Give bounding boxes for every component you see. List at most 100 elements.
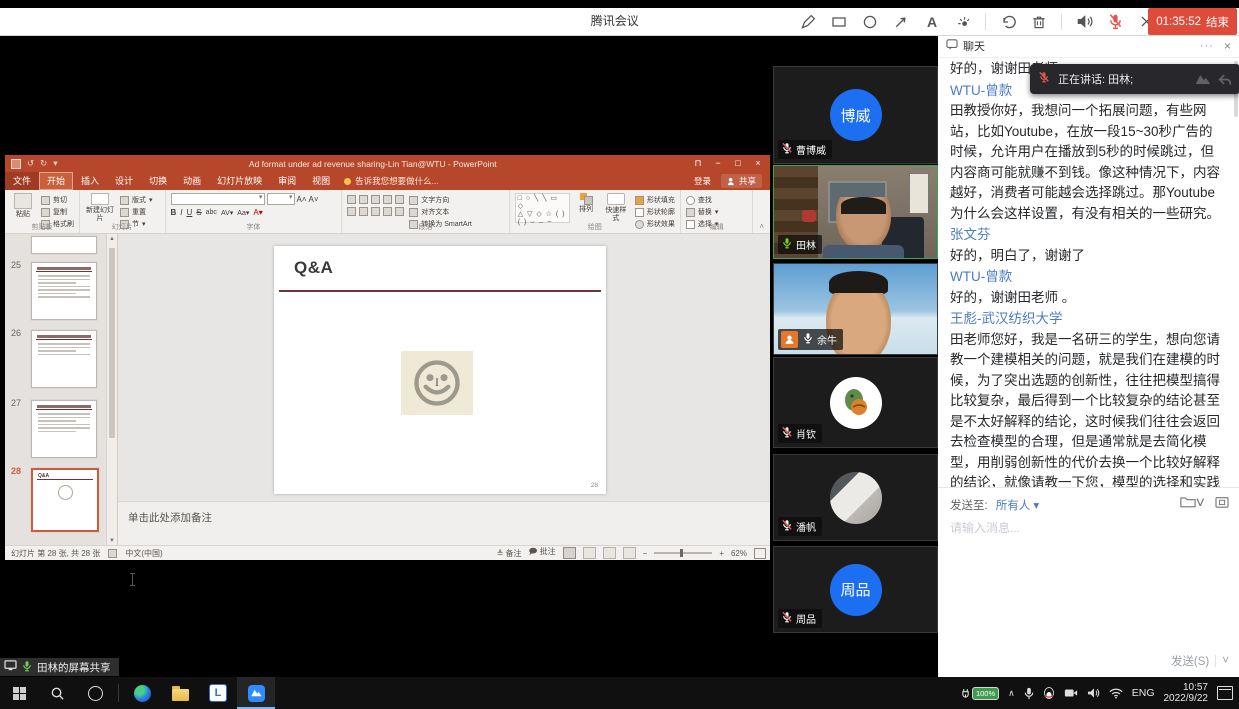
font-color-button[interactable]: A▾ (253, 208, 262, 217)
find-button[interactable]: 查找 (686, 195, 719, 205)
increase-indent-icon[interactable] (383, 195, 392, 204)
numbering-icon[interactable] (359, 195, 368, 204)
speaker-tool-icon[interactable] (1075, 13, 1093, 31)
shapes-gallery[interactable]: □ ○ ╲ ╲ ▭ ◇△ ▽ ◇ ☆ ( )( ) ⌣ ⌢ ~ (515, 193, 570, 223)
start-button[interactable] (0, 677, 38, 709)
shape-outline-button[interactable]: 形状轮廓 (635, 207, 675, 217)
ppt-tab-7[interactable]: 审阅 (270, 172, 304, 190)
tray-wifi-icon[interactable] (1109, 688, 1123, 699)
slide-thumbnail-27[interactable] (31, 400, 97, 458)
strikethrough-button[interactable]: S (196, 208, 201, 217)
tray-volume-icon[interactable] (1087, 687, 1100, 699)
participant-tile[interactable]: 潘帆 (773, 454, 938, 541)
ribbon-options-icon[interactable]: ⊓ (688, 155, 708, 172)
font-size-select[interactable] (267, 193, 295, 205)
chat-message-sender[interactable]: 张文芬 (950, 225, 1225, 246)
line-spacing-icon[interactable] (395, 195, 404, 204)
comments-toggle[interactable]: 🗩 批注 (529, 546, 556, 560)
font-name-select[interactable] (171, 193, 265, 205)
chat-message-sender[interactable]: 王彪-武汉纺织大学 (950, 309, 1225, 330)
trash-tool-icon[interactable] (1030, 13, 1048, 31)
input-language[interactable]: ENG (1132, 687, 1155, 699)
notes-toggle[interactable]: ≜ 备注 (497, 548, 522, 559)
zoom-in-icon[interactable]: + (719, 549, 724, 558)
file-attach-icon[interactable]: ˅ (1180, 495, 1205, 513)
bold-button[interactable]: B (171, 208, 177, 217)
replace-button[interactable]: 替换▾ (686, 207, 719, 217)
ppt-titlebar[interactable]: ↺ ↻ ▾ Ad format under ad revenue sharing… (5, 155, 770, 172)
thumbnail-scrollbar[interactable]: ▲ ▼ (106, 234, 117, 546)
slide-thumbnail-partial[interactable] (31, 236, 97, 254)
zoom-level[interactable]: 62% (731, 549, 747, 558)
fit-to-window-icon[interactable] (754, 548, 766, 559)
slide-thumbnail-26[interactable] (31, 330, 97, 388)
slideshow-view-icon[interactable] (623, 547, 636, 559)
notes-pane[interactable]: 单击此处添加备注 (118, 501, 770, 546)
screenshot-icon[interactable] (1215, 495, 1229, 513)
char-spacing-button[interactable]: AV▾ (221, 209, 233, 217)
minimize-icon[interactable]: − (708, 155, 728, 172)
ppt-tab-4[interactable]: 切换 (141, 172, 175, 190)
participant-tile[interactable]: 周品周品 (773, 546, 938, 633)
mic-muted-tool-icon[interactable] (1106, 13, 1124, 31)
search-button[interactable] (38, 677, 76, 709)
participant-tile[interactable]: 博威曹博威 (773, 66, 938, 164)
sign-in-button[interactable]: 登录 (694, 175, 711, 187)
new-slide-button[interactable]: 新建幻灯片 (85, 193, 115, 223)
italic-button[interactable]: I (180, 208, 182, 217)
send-button[interactable]: 发送(S) (1171, 653, 1209, 669)
taskbar-clock[interactable]: 10:57 2022/9/22 (1164, 682, 1209, 704)
align-right-icon[interactable] (371, 207, 380, 216)
chat-message-sender[interactable]: WTU-曾款 (950, 267, 1225, 288)
ppt-tab-6[interactable]: 幻灯片放映 (209, 172, 270, 190)
shape-fill-button[interactable]: 形状填充 (635, 195, 675, 205)
justify-icon[interactable] (383, 207, 392, 216)
change-case-button[interactable]: Aa▾ (237, 209, 249, 217)
ellipse-tool-icon[interactable] (861, 13, 879, 31)
layout-button[interactable]: 版式▾ (120, 195, 153, 205)
reset-button[interactable]: 重置 (120, 207, 153, 217)
text-tool-icon[interactable]: A (923, 13, 941, 31)
text-shadow-button[interactable]: abc (206, 209, 217, 216)
laser-tool-icon[interactable] (954, 13, 972, 31)
maximize-icon[interactable]: □ (728, 155, 748, 172)
language-indicator[interactable]: 中文(中国) (125, 548, 162, 559)
grow-font-icon[interactable]: A˄ (297, 195, 307, 204)
taskbar-file-explorer[interactable] (161, 677, 199, 709)
accessibility-icon[interactable] (108, 549, 117, 558)
chat-message-list[interactable]: 好的，谢谢田老师WTU-曾款田教授你好，我想问一个拓展问题，有些网站，比如You… (950, 59, 1225, 487)
chat-more-icon[interactable]: ··· (1200, 41, 1214, 51)
redo-icon[interactable]: ↻ (40, 158, 47, 169)
collapse-ribbon-icon[interactable]: ˄ (753, 222, 770, 233)
align-text-button[interactable]: 对齐文本 (409, 207, 472, 217)
participant-tile[interactable]: 肖钦 (773, 357, 938, 448)
quick-styles-button[interactable]: 快速样式 (602, 193, 630, 223)
participant-tile[interactable]: 余牛 (773, 263, 938, 355)
scroll-up-icon[interactable]: ▲ (107, 234, 117, 244)
send-options-icon[interactable]: ˅ (1222, 655, 1229, 667)
rectangle-tool-icon[interactable] (830, 13, 848, 31)
ppt-tab-2[interactable]: 插入 (73, 172, 107, 190)
message-input[interactable]: 请输入消息... (950, 519, 1020, 536)
undo-icon[interactable]: ↺ (27, 158, 34, 169)
align-left-icon[interactable] (347, 207, 356, 216)
ppt-tab-1[interactable]: 开始 (39, 172, 73, 190)
send-to-selector[interactable]: 所有人 ▾ (996, 497, 1039, 513)
decrease-indent-icon[interactable] (371, 195, 380, 204)
shrink-font-icon[interactable]: A˅ (309, 195, 319, 204)
ppt-tab-5[interactable]: 动画 (175, 172, 209, 190)
taskbar-edge[interactable] (123, 677, 161, 709)
slide-canvas[interactable]: Q&A I 28 (274, 246, 606, 494)
align-center-icon[interactable] (359, 207, 368, 216)
reading-view-icon[interactable] (603, 547, 616, 559)
taskbar-tencent-meeting[interactable] (237, 677, 275, 709)
arrow-tool-icon[interactable] (892, 13, 910, 31)
copy-button[interactable]: 复制 (41, 207, 74, 217)
arrange-button[interactable]: 排列 (575, 193, 597, 223)
text-direction-button[interactable]: 文字方向 (409, 195, 472, 205)
notes-placeholder[interactable]: 单击此处添加备注 (128, 510, 212, 525)
taskbar-security-app[interactable]: L (199, 677, 237, 709)
bullets-icon[interactable] (347, 195, 356, 204)
ppt-tab-file[interactable]: 文件 (5, 172, 39, 190)
zoom-out-icon[interactable]: − (643, 549, 648, 558)
